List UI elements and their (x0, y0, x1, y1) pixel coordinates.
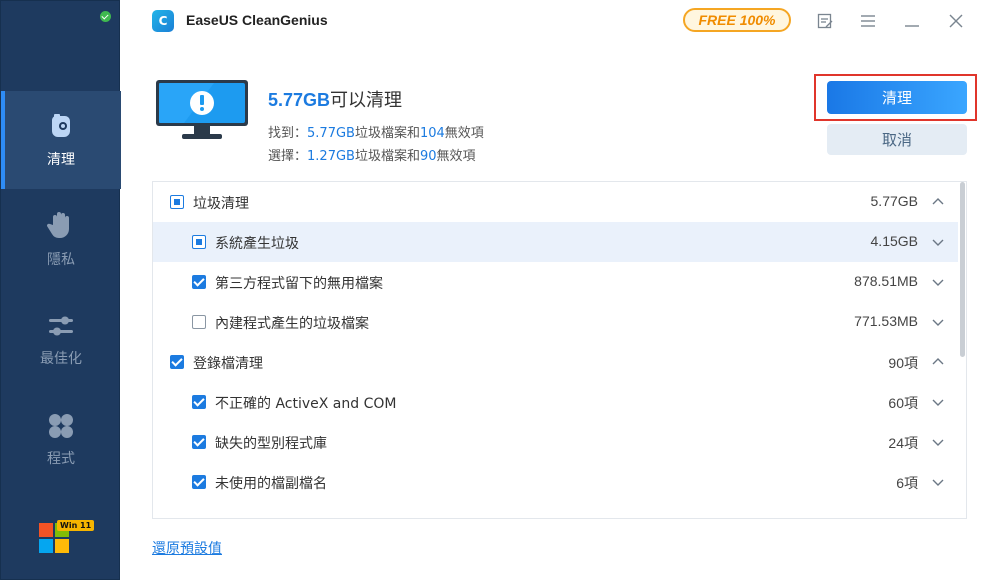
chevron-up-icon[interactable] (932, 356, 944, 368)
sidebar-item-label: 最佳化 (40, 351, 82, 367)
chevron-up-icon[interactable] (932, 196, 944, 208)
row-size: 5.77GB (870, 193, 918, 209)
sidebar-item-privacy[interactable]: 隱私 (1, 191, 121, 289)
row-label: 不正確的 ActiveX and COM (215, 396, 397, 412)
os-badge: Win 11 (57, 520, 95, 531)
row-label: 未使用的檔副檔名 (215, 476, 327, 492)
free-badge[interactable]: FREE 100% (683, 8, 791, 32)
chevron-down-icon[interactable] (932, 316, 944, 328)
apps-icon (47, 412, 75, 440)
sliders-icon (47, 312, 75, 340)
category-row[interactable]: 垃圾清理 5.77GB (153, 182, 958, 222)
checkbox[interactable] (170, 355, 184, 369)
list-item[interactable]: 內建程式產生的垃圾檔案 771.53MB (153, 302, 958, 342)
hand-icon (47, 211, 75, 241)
restore-defaults-link[interactable]: 還原預設值 (152, 538, 222, 558)
sidebar-item-programs[interactable]: 程式 (1, 391, 121, 489)
status-check-icon (100, 11, 111, 22)
row-size: 6項 (896, 475, 918, 491)
checkbox[interactable] (192, 395, 206, 409)
minimize-icon[interactable] (901, 10, 923, 32)
close-icon[interactable] (945, 10, 967, 32)
list-item[interactable]: 不正確的 ActiveX and COM 60項 (153, 382, 958, 422)
list-item[interactable]: 未使用的檔副檔名 6項 (153, 462, 958, 502)
found-summary: 找到：5.77GB垃圾檔案和104無效項 (268, 126, 484, 141)
row-size: 4.15GB (870, 233, 918, 249)
summary-title: 5.77GB可以清理 (268, 90, 403, 111)
sidebar-item-label: 隱私 (47, 252, 75, 268)
sidebar-item-optimize[interactable]: 最佳化 (1, 291, 121, 389)
row-label: 系統產生垃圾 (215, 236, 299, 252)
app-title: EaseUS CleanGenius (186, 12, 328, 28)
list-item[interactable]: 第三方程式留下的無用檔案 878.51MB (153, 262, 958, 302)
clean-button[interactable]: 清理 (827, 81, 967, 114)
list-item[interactable]: 缺失的型別程式庫 24項 (153, 422, 958, 462)
row-size: 60項 (888, 395, 918, 411)
sidebar: 清理 隱私 最佳化 程式 Win 11 (0, 0, 121, 580)
row-label: 登錄檔清理 (193, 356, 263, 372)
selected-summary: 選擇：1.27GB垃圾檔案和90無效項 (268, 149, 476, 164)
cleaner-icon (46, 111, 76, 141)
list-item[interactable]: 系統產生垃圾 4.15GB (153, 222, 958, 262)
row-size: 878.51MB (854, 273, 918, 289)
monitor-alert-icon (154, 80, 250, 146)
cancel-button[interactable]: 取消 (827, 124, 967, 155)
row-size: 771.53MB (854, 313, 918, 329)
chevron-down-icon[interactable] (932, 436, 944, 448)
checkbox[interactable] (170, 195, 184, 209)
row-label: 垃圾清理 (193, 196, 249, 212)
chevron-down-icon[interactable] (932, 396, 944, 408)
app-logo-icon: C (152, 10, 174, 32)
sidebar-item-clean[interactable]: 清理 (1, 91, 121, 189)
row-size: 90項 (888, 355, 918, 371)
scrollbar-thumb[interactable] (960, 182, 965, 357)
chevron-down-icon[interactable] (932, 236, 944, 248)
row-label: 第三方程式留下的無用檔案 (215, 276, 383, 292)
row-label: 缺失的型別程式庫 (215, 436, 327, 452)
category-row[interactable]: 登錄檔清理 90項 (153, 342, 958, 382)
checkbox[interactable] (192, 315, 206, 329)
sidebar-item-label: 清理 (47, 152, 75, 168)
row-label: 內建程式產生的垃圾檔案 (215, 316, 369, 332)
menu-icon[interactable] (857, 10, 879, 32)
feedback-icon[interactable] (814, 10, 836, 32)
chevron-down-icon[interactable] (932, 476, 944, 488)
cleanup-item-list: 垃圾清理 5.77GB 系統產生垃圾 4.15GB 第三方程式留下的無用檔案 878.51… (152, 181, 967, 519)
row-size: 24項 (888, 435, 918, 451)
checkbox[interactable] (192, 275, 206, 289)
titlebar: C EaseUS CleanGenius FREE 100% (120, 0, 1000, 42)
checkbox[interactable] (192, 475, 206, 489)
chevron-down-icon[interactable] (932, 276, 944, 288)
checkbox[interactable] (192, 235, 206, 249)
sidebar-item-label: 程式 (47, 451, 75, 467)
checkbox[interactable] (192, 435, 206, 449)
